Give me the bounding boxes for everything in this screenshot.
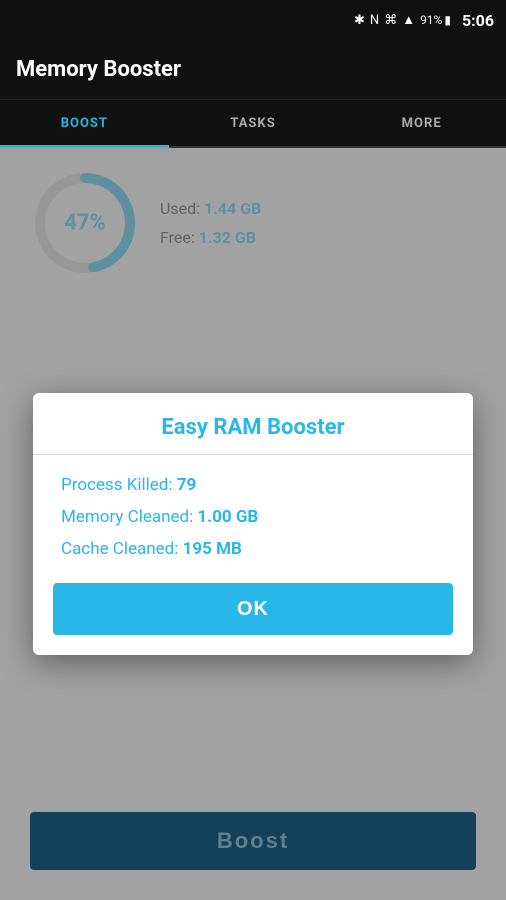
status-bar: ✱ N ⌘ ▲ 91% ▮ 5:06 (0, 0, 506, 40)
dialog-overlay: Easy RAM Booster Process Killed: 79 Memo… (0, 148, 506, 900)
tab-tasks-label: TASKS (230, 116, 275, 131)
status-time: 5:06 (462, 11, 494, 30)
dialog-stat-processes: Process Killed: 79 (61, 475, 445, 495)
stat-memory-label: Memory Cleaned: (61, 507, 193, 527)
tab-boost[interactable]: BOOST (0, 100, 169, 146)
stat-processes-value: 79 (177, 475, 197, 495)
stat-memory-value: 1.00 GB (197, 507, 258, 527)
status-icons: ✱ N ⌘ ▲ 91% ▮ 5:06 (354, 11, 494, 30)
stat-processes-label: Process Killed: (61, 475, 172, 495)
dialog-ok-button[interactable]: OK (53, 583, 453, 635)
dialog: Easy RAM Booster Process Killed: 79 Memo… (33, 393, 473, 655)
tab-bar: BOOST TASKS MORE (0, 100, 506, 148)
battery-shape: ▮ (444, 13, 451, 27)
tab-boost-label: BOOST (61, 116, 108, 131)
dialog-stat-cache: Cache Cleaned: 195 MB (61, 539, 445, 559)
battery-icon: 91% ▮ (420, 13, 451, 27)
app-title: Memory Booster (16, 57, 181, 82)
signal-icon: ▲ (402, 12, 415, 28)
dialog-stat-memory: Memory Cleaned: 1.00 GB (61, 507, 445, 527)
app-header: Memory Booster (0, 40, 506, 100)
tab-more[interactable]: MORE (337, 100, 506, 146)
tab-more-label: MORE (402, 116, 442, 131)
dialog-body: Process Killed: 79 Memory Cleaned: 1.00 … (33, 455, 473, 583)
wifi-icon: ⌘ (384, 13, 397, 28)
dialog-ok-area: OK (33, 583, 473, 655)
stat-cache-label: Cache Cleaned: (61, 539, 178, 559)
tab-tasks[interactable]: TASKS (169, 100, 338, 146)
stat-cache-value: 195 MB (183, 539, 242, 559)
battery-percent: 91% (420, 13, 442, 27)
main-content: 47% Used: 1.44 GB Free: 1.32 GB Boost Ea… (0, 148, 506, 900)
bluetooth-icon: ✱ (354, 13, 365, 28)
dialog-title: Easy RAM Booster (33, 393, 473, 454)
network-n-icon: N (370, 13, 379, 28)
